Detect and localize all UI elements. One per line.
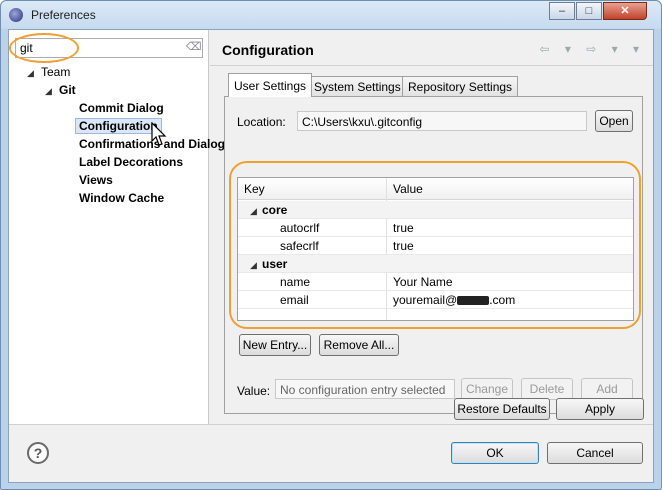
page-title: Configuration [222, 42, 314, 58]
title-bar[interactable]: Preferences – □ ✕ [1, 1, 661, 29]
table-highlight-annotation [229, 161, 641, 329]
mouse-cursor-icon [151, 122, 167, 146]
location-label: Location: [237, 115, 286, 129]
delete-button[interactable]: Delete [521, 378, 573, 400]
new-entry-button[interactable]: New Entry... [239, 334, 311, 356]
restore-defaults-button[interactable]: Restore Defaults [454, 398, 550, 420]
eclipse-logo-icon [9, 8, 23, 22]
value-label: Value: [237, 384, 271, 398]
window-title: Preferences [31, 8, 96, 22]
configuration-page: Configuration ⇦ ▾ ⇨ ▾ ▾ User Settings Sy… [210, 30, 653, 424]
tab-repository-settings[interactable]: Repository Settings [402, 76, 519, 96]
help-icon[interactable]: ? [27, 442, 49, 464]
location-field[interactable]: C:\Users\kxu\.gitconfig [297, 111, 587, 131]
tab-user-settings[interactable]: User Settings [228, 73, 313, 97]
cancel-button[interactable]: Cancel [547, 442, 643, 464]
tree-item-label-decorations[interactable]: Label Decorations [79, 155, 183, 169]
clear-filter-icon[interactable]: ⌫ [186, 41, 202, 53]
tree-item-views[interactable]: Views [79, 173, 113, 187]
minimize-button[interactable]: – [549, 2, 575, 20]
user-settings-panel: Location: C:\Users\kxu\.gitconfig Open K… [224, 96, 643, 414]
history-nav-buttons[interactable]: ⇦ ▾ ⇨ ▾ ▾ [539, 42, 645, 56]
expand-arrow-icon[interactable]: ◢ [45, 86, 52, 97]
add-button[interactable]: Add [581, 378, 633, 400]
tree-item-window-cache[interactable]: Window Cache [79, 191, 164, 205]
maximize-button[interactable]: □ [576, 2, 602, 20]
open-button[interactable]: Open [595, 110, 633, 132]
tree-item-configuration[interactable]: Configuration [75, 118, 162, 134]
ok-button[interactable]: OK [451, 442, 539, 464]
change-button[interactable]: Change [461, 378, 513, 400]
dialog-client: git ⌫ ◢ Team ◢ Git Commit Dialog Configu… [8, 29, 654, 483]
tree-item-git[interactable]: Git [59, 83, 76, 97]
value-field[interactable]: No configuration entry selected [275, 379, 455, 399]
apply-button[interactable]: Apply [556, 398, 644, 420]
close-button[interactable]: ✕ [603, 2, 647, 20]
preferences-window: Preferences – □ ✕ git ⌫ ◢ Team ◢ Git Com… [0, 0, 662, 490]
remove-all-button[interactable]: Remove All... [319, 334, 399, 356]
tree-item-commit-dialog[interactable]: Commit Dialog [79, 101, 164, 115]
preference-tree-pane: git ⌫ ◢ Team ◢ Git Commit Dialog Configu… [9, 30, 232, 424]
button-bar-separator [9, 424, 653, 425]
title-separator [210, 65, 653, 66]
tree-item-team[interactable]: Team [41, 65, 70, 79]
tab-system-settings[interactable]: System Settings [308, 76, 407, 96]
filter-highlight-annotation [9, 33, 79, 63]
expand-arrow-icon[interactable]: ◢ [27, 68, 34, 79]
